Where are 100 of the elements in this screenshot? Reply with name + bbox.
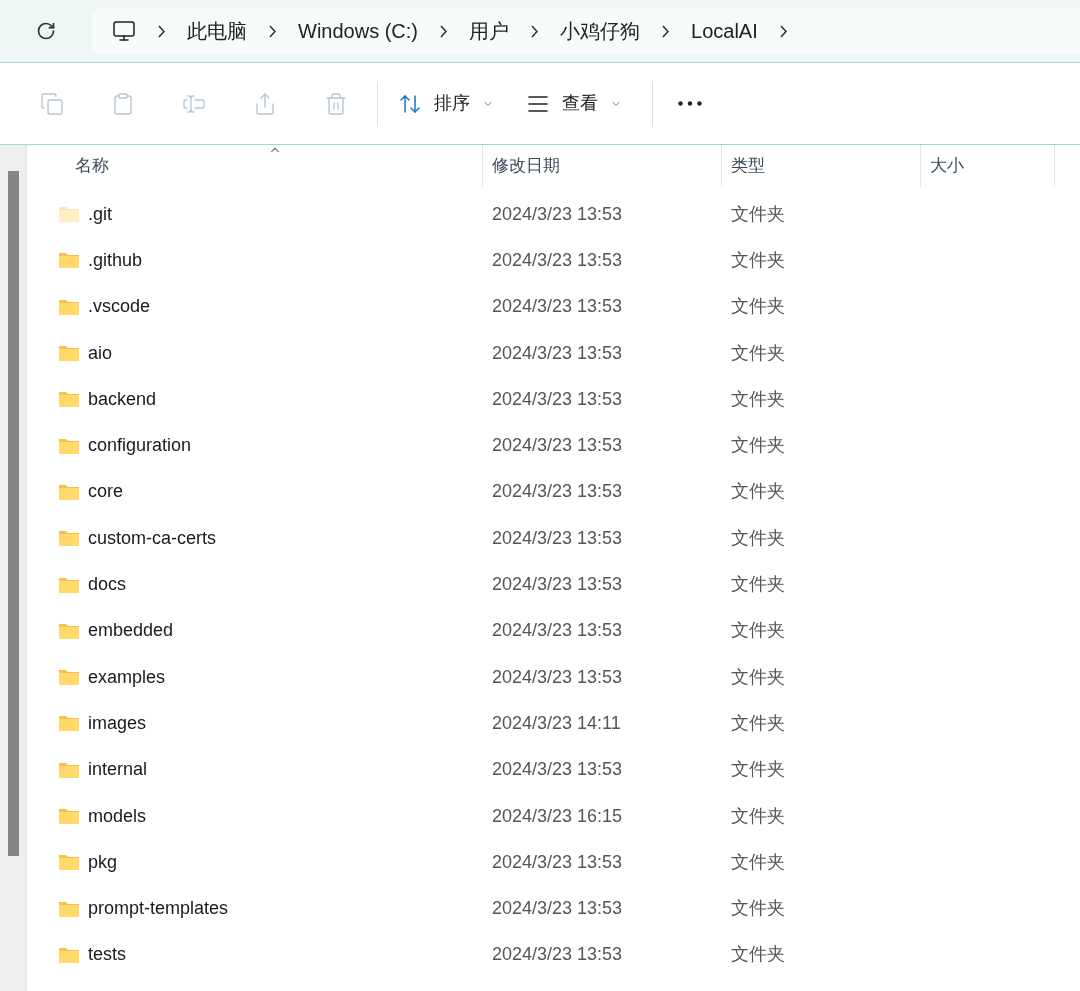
file-name: embedded	[88, 619, 174, 643]
file-type: 文件夹	[730, 573, 786, 596]
file-row[interactable]: internal 2024/3/23 13:53 文件夹	[27, 746, 1080, 793]
folder-icon	[58, 344, 80, 363]
column-header[interactable]: 大小	[921, 145, 1055, 187]
breadcrumb[interactable]: Windows (C:)	[298, 16, 418, 46]
file-name: configuration	[88, 434, 192, 458]
view-button[interactable]: 查看	[508, 83, 640, 124]
file-row[interactable]: examples 2024/3/23 13:53 文件夹	[27, 653, 1080, 701]
modified-date: 2024/3/23 16:15	[491, 804, 624, 828]
file-row[interactable]: configuration 2024/3/23 13:53 文件夹	[27, 422, 1080, 469]
file-row[interactable]: backend 2024/3/23 13:53 文件夹	[27, 376, 1080, 423]
file-type: 文件夹	[730, 248, 786, 272]
file-name: examples	[88, 665, 166, 689]
file-row[interactable]: .git 2024/3/23 13:53 文件夹	[27, 191, 1080, 238]
column-header[interactable]: 类型	[722, 145, 921, 187]
file-type: 文件夹	[730, 850, 786, 874]
address-bar[interactable]: 此电脑 Windows (C:) 用户 小鸡仔狗 LocalAI	[92, 8, 1080, 54]
folder-icon	[58, 297, 80, 316]
modified-date: 2024/3/23 13:53	[491, 758, 624, 782]
folder-icon	[58, 575, 80, 594]
breadcrumb[interactable]: 小鸡仔狗	[560, 16, 640, 46]
folder-icon	[58, 436, 80, 455]
chevron-icon	[662, 24, 669, 38]
sort-button[interactable]: 排序	[384, 83, 508, 124]
file-row[interactable]: core 2024/3/23 13:53 文件夹	[27, 468, 1080, 516]
folder-icon	[58, 205, 80, 224]
file-type: 文件夹	[730, 619, 786, 643]
file-row[interactable]: .vscode 2024/3/23 13:53 文件夹	[27, 283, 1080, 330]
file-row[interactable]: images 2024/3/23 14:11 文件夹	[27, 700, 1080, 747]
folder-icon	[58, 390, 80, 409]
breadcrumb[interactable]: 用户	[469, 16, 509, 46]
modified-date: 2024/3/23 13:53	[491, 248, 624, 272]
file-name: .github	[88, 248, 143, 272]
file-type: 文件夹	[730, 202, 786, 226]
file-name: images	[88, 711, 147, 735]
file-row[interactable]: embedded 2024/3/23 13:53 文件夹	[27, 607, 1080, 654]
modified-date: 2024/3/23 13:53	[491, 434, 624, 458]
modified-date: 2024/3/23 13:53	[491, 480, 624, 504]
file-type: 文件夹	[730, 341, 786, 365]
folder-icon	[58, 621, 80, 640]
file-name: prompt-templates	[88, 897, 229, 921]
file-name: pkg	[88, 850, 118, 874]
chevron-icon	[440, 24, 447, 38]
file-row[interactable]: models 2024/3/23 16:15 文件夹	[27, 792, 1080, 840]
file-type: 文件夹	[730, 480, 786, 504]
file-row[interactable]: .github 2024/3/23 13:53 文件夹	[27, 237, 1080, 284]
modified-date: 2024/3/23 13:53	[491, 850, 624, 874]
file-row[interactable]: tests 2024/3/23 13:53 文件夹	[27, 931, 1080, 979]
file-name: custom-ca-certs	[88, 526, 217, 550]
folder-icon	[58, 482, 80, 501]
file-row[interactable]: docs 2024/3/23 13:53 文件夹	[27, 561, 1080, 608]
breadcrumb[interactable]: LocalAI	[691, 16, 758, 46]
modified-date: 2024/3/23 14:11	[491, 711, 622, 735]
file-name: aio	[88, 341, 113, 365]
modified-date: 2024/3/23 13:53	[491, 341, 624, 365]
folder-icon	[58, 714, 80, 733]
folder-icon	[58, 899, 80, 918]
chevron-icon	[531, 24, 538, 38]
file-row[interactable]: aio 2024/3/23 13:53 文件夹	[27, 329, 1080, 377]
modified-date: 2024/3/23 13:53	[491, 202, 624, 226]
chevron-icon	[158, 24, 165, 38]
file-type: 文件夹	[730, 387, 786, 411]
modified-date: 2024/3/23 13:53	[491, 526, 624, 550]
modified-date: 2024/3/23 13:53	[491, 619, 624, 643]
file-name: tests	[88, 943, 126, 967]
folder-icon	[58, 945, 80, 964]
trash-icon	[323, 91, 348, 116]
chevron-icon	[779, 24, 787, 38]
modified-date: 2024/3/23 13:53	[491, 943, 624, 967]
file-row[interactable]: prompt-templates 2024/3/23 13:53 文件夹	[27, 885, 1080, 932]
file-type: 文件夹	[730, 665, 786, 689]
file-type: 文件夹	[730, 758, 786, 782]
breadcrumb[interactable]: 此电脑	[187, 16, 247, 46]
file-name: models	[88, 804, 147, 828]
modified-date: 2024/3/23 13:53	[491, 387, 624, 411]
file-name: .git	[88, 202, 112, 226]
file-type: 文件夹	[730, 711, 786, 735]
file-type: 文件夹	[730, 897, 786, 921]
column-header[interactable]: 修改日期	[483, 145, 722, 187]
computer-icon	[112, 19, 136, 43]
file-type: 文件夹	[730, 295, 786, 319]
more-icon	[678, 101, 702, 106]
file-row[interactable]: pkg 2024/3/23 13:53 文件夹	[27, 839, 1080, 886]
folder-icon	[58, 668, 80, 687]
file-type: 文件夹	[730, 943, 786, 967]
column-header[interactable]: 名称	[27, 145, 483, 187]
scrollbar-thumb[interactable]	[8, 171, 19, 856]
file-name: docs	[88, 573, 127, 596]
copy-icon	[39, 91, 64, 116]
file-row[interactable]: custom-ca-certs 2024/3/23 13:53 文件夹	[27, 515, 1080, 562]
file-name: internal	[88, 758, 148, 782]
folder-icon	[58, 807, 80, 825]
file-name: core	[88, 480, 123, 504]
file-name: .vscode	[88, 295, 151, 319]
modified-date: 2024/3/23 13:53	[491, 897, 624, 921]
file-type: 文件夹	[730, 434, 786, 458]
folder-icon	[58, 853, 80, 872]
file-type: 文件夹	[730, 804, 786, 828]
folder-icon	[58, 529, 80, 548]
